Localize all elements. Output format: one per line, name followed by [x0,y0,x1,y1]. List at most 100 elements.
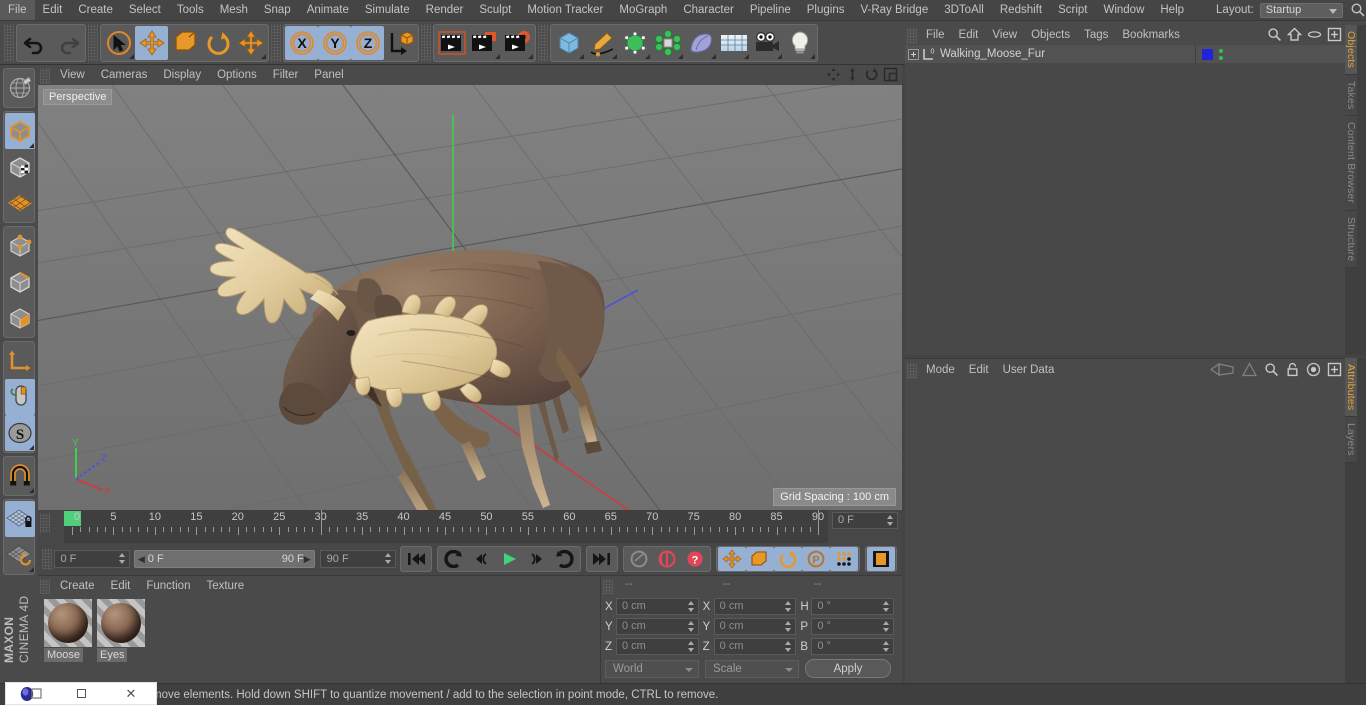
workplane-mode-icon[interactable] [5,185,35,221]
live-selection-icon[interactable] [102,26,135,60]
spinner-icon[interactable] [785,601,792,612]
range-right-arrow-icon[interactable]: ▶ [304,554,311,565]
search-icon[interactable] [1264,362,1279,377]
ellipse-icon[interactable] [1307,27,1322,42]
menu-item-motion-tracker[interactable]: Motion Tracker [519,0,611,20]
menu-item-sculpt[interactable]: Sculpt [471,0,519,20]
end-frame-input[interactable]: 90 F [319,550,397,568]
step-back-frame-icon[interactable] [467,547,495,571]
timeline-grip[interactable] [40,513,50,533]
lock-icon[interactable] [1285,362,1300,377]
world-object-axis-icon[interactable] [384,26,417,60]
record-active-objects-icon[interactable] [625,547,653,571]
viewport-menu-view[interactable]: View [52,66,93,85]
undo-icon[interactable] [18,26,51,60]
coord-input-pos-y[interactable]: 0 cm [616,618,699,635]
viewport-solo-icon[interactable] [5,379,35,415]
perspective-viewport[interactable]: Perspective Grid Spacing : 100 cm Y X Z [38,85,902,510]
menu-item-tools[interactable]: Tools [169,0,212,20]
coordinate-mode-select[interactable]: Scale [705,659,799,678]
menu-item-render[interactable]: Render [418,0,472,20]
menu-item-help[interactable]: Help [1152,0,1192,20]
object-tree-row[interactable]: 0 Walking_Moose_Fur [905,45,1345,63]
object-axis-icon[interactable] [5,343,35,379]
object-menu-edit[interactable]: Edit [952,26,986,45]
toolbar-grip-5[interactable] [538,24,548,62]
app-logo-icon[interactable] [6,683,56,704]
coord-input-rot-h[interactable]: 0 ° [811,598,895,615]
menu-item-mesh[interactable]: Mesh [212,0,256,20]
spinner-icon[interactable] [687,601,695,612]
spinner-icon[interactable] [118,553,126,564]
scale-icon[interactable] [168,26,201,60]
step-forward-key-icon[interactable] [551,547,579,571]
coord-input-size-z[interactable]: 0 cm [713,638,797,655]
timeline-ruler[interactable]: 051015202530354045505560657075808590 [64,510,828,543]
tab-content-browser[interactable]: Content Browser [1345,116,1357,211]
object-manager-tree[interactable]: 0 Walking_Moose_Fur [905,45,1345,355]
generator-icon[interactable] [618,26,651,60]
object-manager-grip[interactable] [907,28,917,44]
toolbar-grip-3[interactable] [271,24,281,62]
material-menu-create[interactable]: Create [52,577,103,595]
tab-layers[interactable]: Layers [1345,417,1357,464]
pen-spline-icon[interactable] [585,26,618,60]
layer-color-swatch[interactable] [1202,48,1213,60]
timeline-icon[interactable] [867,547,896,571]
material-menu-texture[interactable]: Texture [198,577,252,595]
light-icon[interactable] [783,26,816,60]
object-menu-view[interactable]: View [985,26,1024,45]
step-forward-frame-icon[interactable] [523,547,551,571]
param-key-icon[interactable]: P [802,547,831,571]
nav-forward-icon[interactable] [1241,362,1258,377]
scale-key-icon[interactable] [746,547,775,571]
zoom-icon[interactable] [845,67,860,82]
viewport-menu-display[interactable]: Display [155,66,209,85]
range-left-arrow-icon[interactable]: ◀ [138,554,145,565]
object-menu-bookmarks[interactable]: Bookmarks [1115,26,1187,45]
visibility-dots[interactable] [1219,48,1223,60]
close-window-icon[interactable]: ✕ [106,683,156,704]
axis-x-icon[interactable]: X [285,26,318,60]
preview-range-slider[interactable]: ◀ 0 F 90 F ▶ [133,550,315,568]
coord-input-size-y[interactable]: 0 cm [713,618,797,635]
menu-item-select[interactable]: Select [121,0,169,20]
tab-takes[interactable]: Takes [1345,75,1357,117]
spinner-icon[interactable] [883,621,890,632]
spinner-icon[interactable] [687,621,695,632]
material-item[interactable]: Eyes [97,599,145,665]
keyframe-selection-icon[interactable]: ? [681,547,709,571]
play-icon[interactable] [495,547,523,571]
spinner-icon[interactable] [785,621,792,632]
tab-structure[interactable]: Structure [1345,210,1357,269]
target-icon[interactable] [1306,362,1321,377]
attribute-menu-user-data[interactable]: User Data [996,360,1062,380]
current-frame-input[interactable]: 0 F [53,550,130,568]
add-layer-icon[interactable] [1327,27,1342,42]
camera-icon[interactable] [750,26,783,60]
menu-item-animate[interactable]: Animate [299,0,357,20]
edges-mode-icon[interactable] [5,264,35,300]
axis-y-icon[interactable]: Y [318,26,351,60]
spinner-icon[interactable] [385,553,392,564]
material-sphere-icon[interactable] [97,599,145,647]
coord-input-rot-p[interactable]: 0 ° [811,618,895,635]
workplane-lock-icon[interactable] [5,501,35,537]
coordinates-grip[interactable] [603,579,613,594]
attribute-menu-edit[interactable]: Edit [962,360,996,380]
rotate-icon[interactable] [864,67,879,82]
coord-input-pos-x[interactable]: 0 cm [616,598,699,615]
spinner-icon[interactable] [887,515,894,526]
magnet-icon[interactable] [5,458,35,494]
apply-button[interactable]: Apply [805,659,891,678]
go-to-end-icon[interactable] [588,547,616,571]
material-menu-function[interactable]: Function [138,577,198,595]
layout-select[interactable]: Startup [1259,2,1343,18]
menu-item-edit[interactable]: Edit [35,0,71,20]
menu-item-mograph[interactable]: MoGraph [611,0,675,20]
material-menu-edit[interactable]: Edit [103,577,139,595]
object-menu-tags[interactable]: Tags [1077,26,1115,45]
render-settings-icon[interactable] [501,26,534,60]
move-icon[interactable] [135,26,168,60]
points-mode-icon[interactable] [5,228,35,264]
